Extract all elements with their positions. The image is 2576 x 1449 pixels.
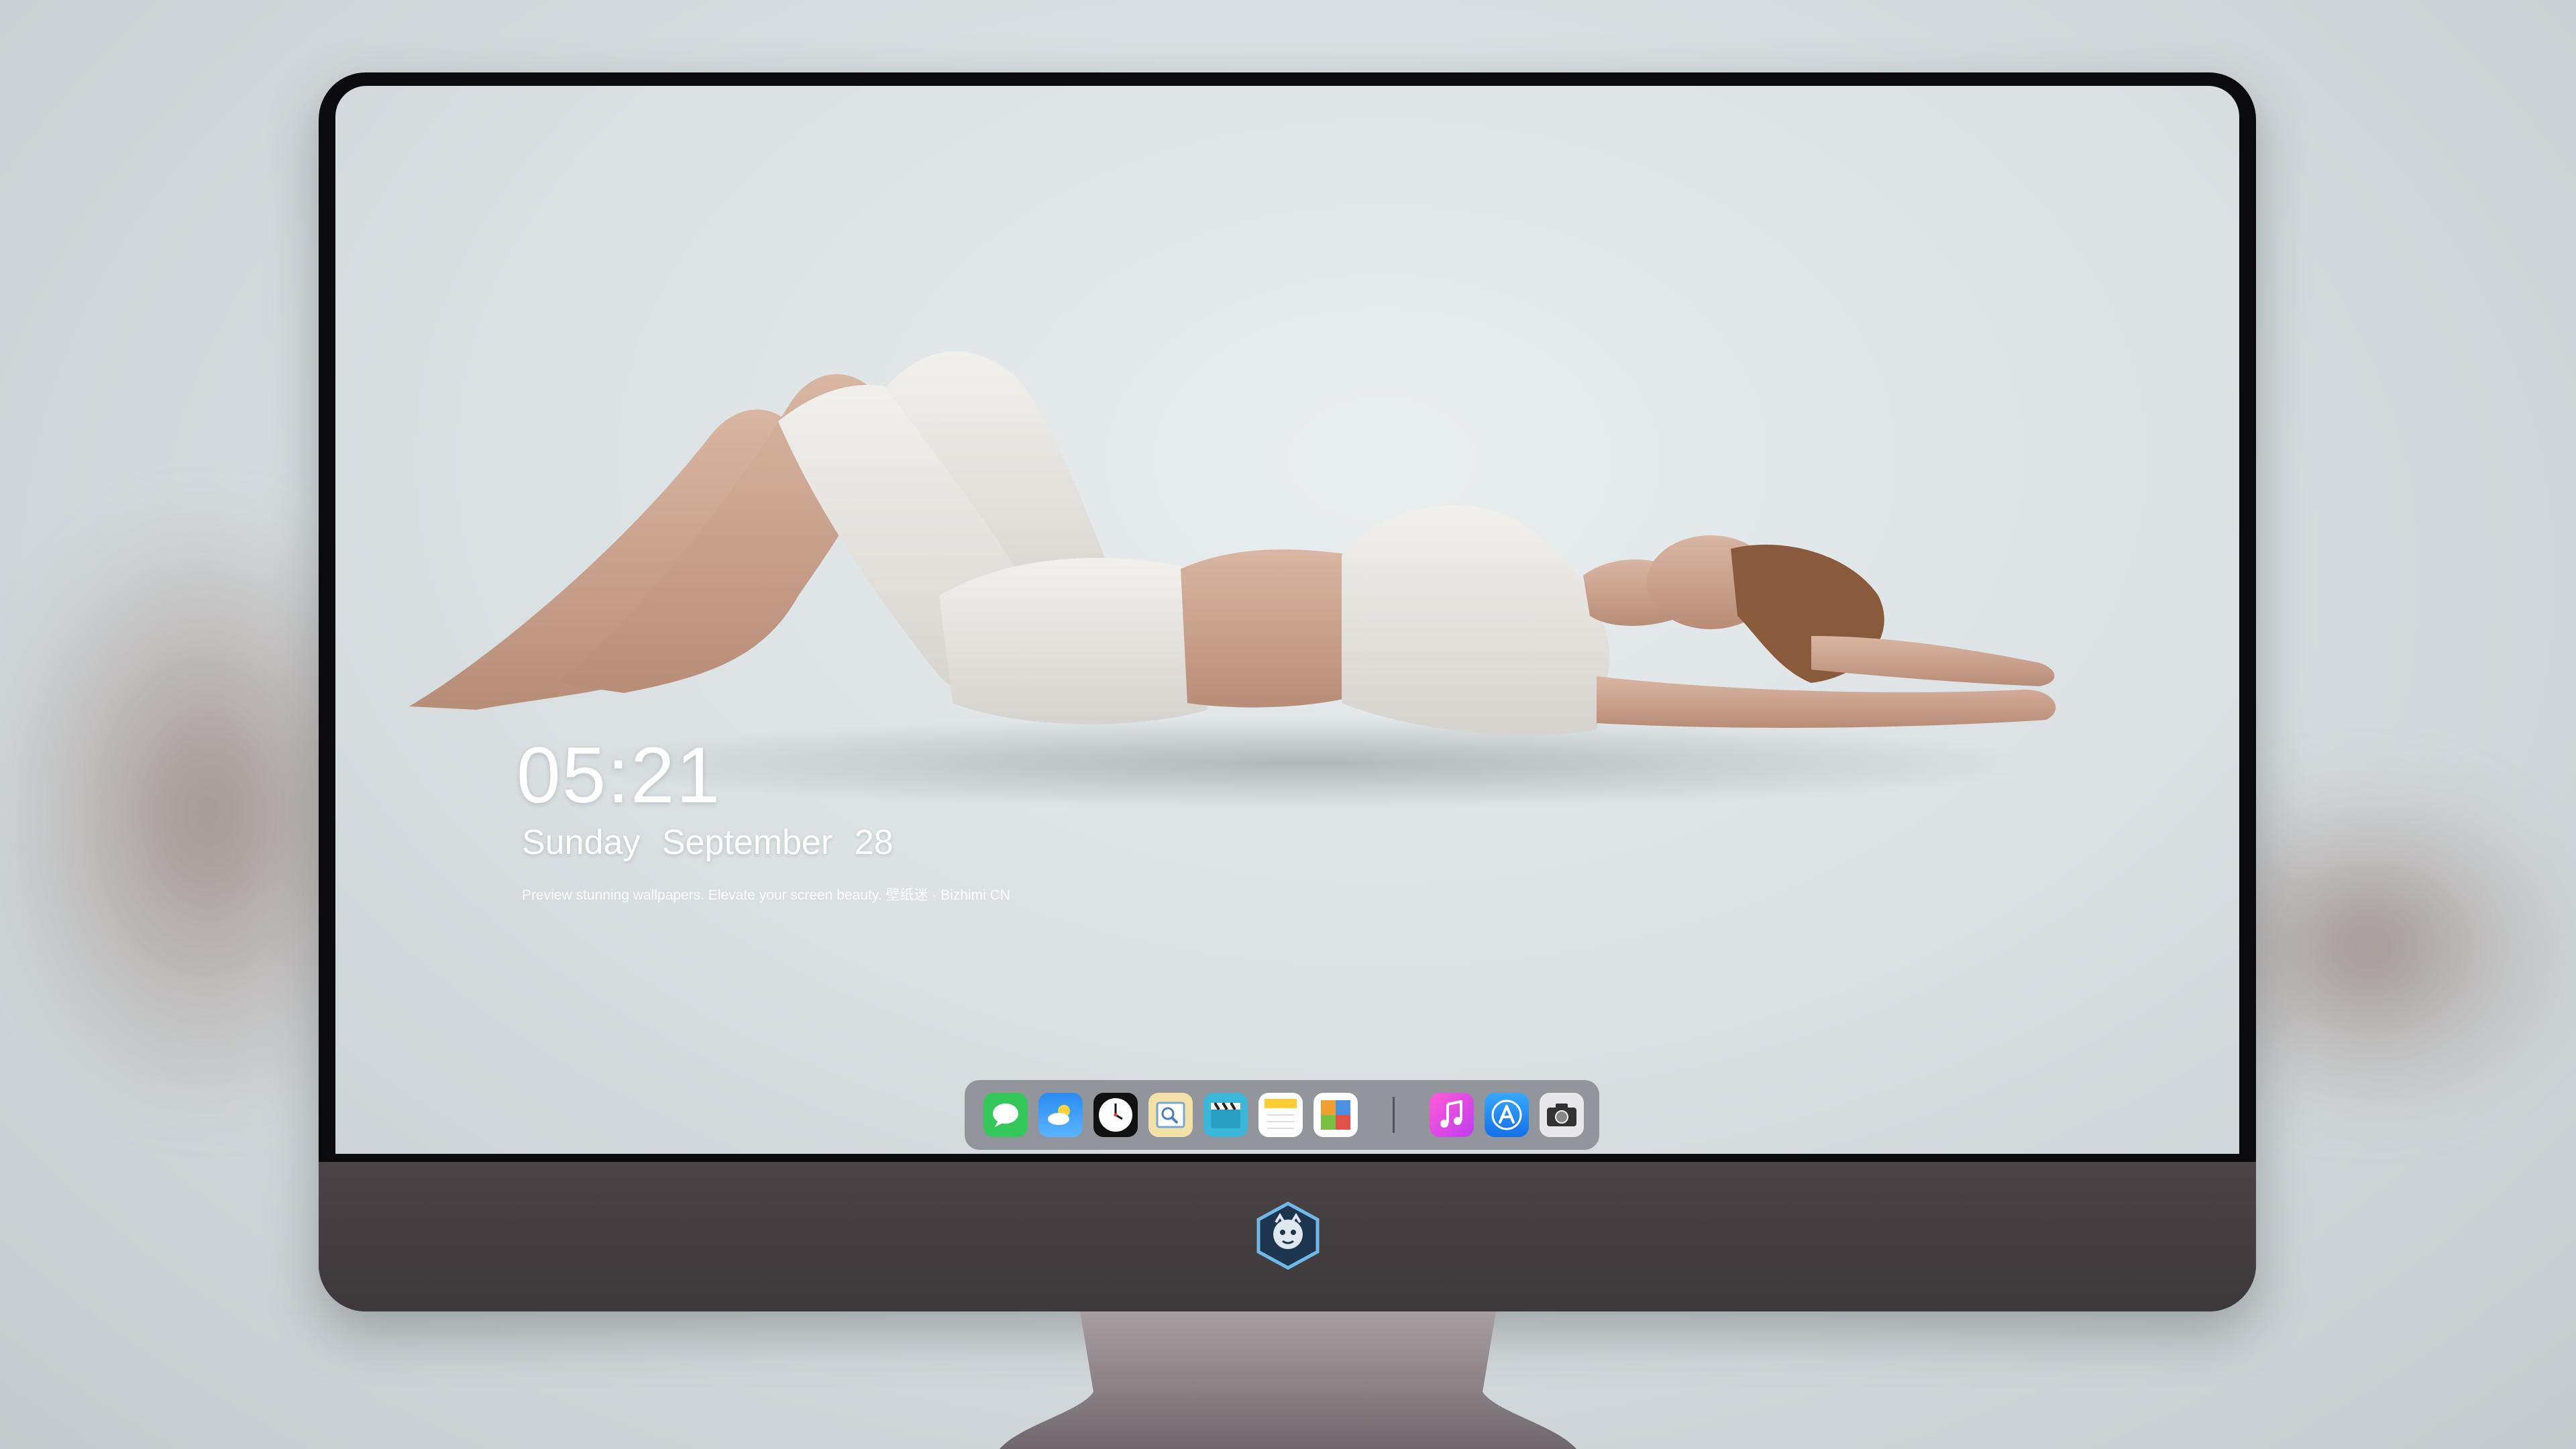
preview-icon[interactable] bbox=[1148, 1093, 1193, 1137]
monitor-stand bbox=[1000, 1311, 1576, 1449]
lock-screen-time: 05:21 bbox=[517, 731, 722, 820]
screen: 05:21 Sunday September 28 Preview stunni… bbox=[335, 86, 2239, 1154]
wallpaper-figure bbox=[409, 352, 2056, 810]
clapperboard-icon[interactable] bbox=[1203, 1093, 1248, 1137]
date-weekday: Sunday bbox=[522, 823, 641, 862]
lock-screen-date: Sunday September 28 bbox=[522, 822, 906, 863]
outer-wallpaper-blur-left bbox=[0, 510, 349, 1114]
notes-icon[interactable] bbox=[1258, 1093, 1303, 1137]
dock bbox=[965, 1080, 1599, 1150]
date-month: September bbox=[661, 823, 833, 862]
music-icon[interactable] bbox=[1430, 1093, 1474, 1137]
messages-icon[interactable] bbox=[983, 1093, 1028, 1137]
photo-gallery-icon[interactable] bbox=[1313, 1093, 1358, 1137]
clock-icon[interactable] bbox=[1093, 1093, 1138, 1137]
weather-icon[interactable] bbox=[1038, 1093, 1083, 1137]
outer-wallpaper-blur-right bbox=[2227, 771, 2576, 1120]
chin-separator bbox=[319, 1152, 2256, 1162]
brand-logo-icon bbox=[1256, 1201, 1320, 1270]
camera-icon[interactable] bbox=[1540, 1093, 1584, 1137]
app-store-icon[interactable] bbox=[1485, 1093, 1529, 1137]
date-day: 28 bbox=[854, 823, 894, 862]
wallpaper-caption: Preview stunning wallpapers. Elevate you… bbox=[522, 888, 1010, 903]
dock-separator bbox=[1393, 1097, 1395, 1133]
